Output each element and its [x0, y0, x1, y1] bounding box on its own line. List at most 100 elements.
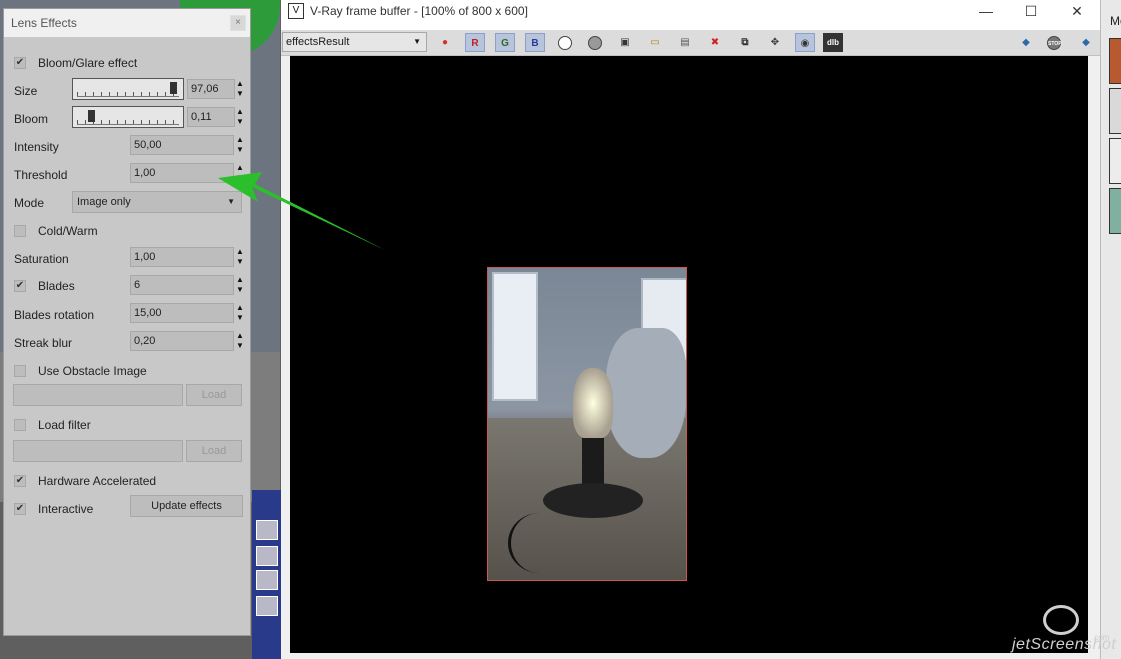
maximize-button[interactable]: ☐ [1016, 2, 1046, 22]
blades-field[interactable]: 6 [130, 275, 234, 295]
clipboard-icon[interactable]: ▤ [675, 33, 695, 52]
spinner-up-icon[interactable]: ▲ [236, 136, 244, 144]
interactive-checkbox[interactable]: ✔ [14, 503, 26, 515]
update-effects-button[interactable]: Update effects [130, 495, 243, 517]
spinner-down-icon[interactable]: ▼ [236, 90, 244, 98]
material-swatch[interactable] [1109, 188, 1121, 234]
material-swatch[interactable] [1109, 138, 1121, 184]
material-swatch[interactable] [1109, 38, 1121, 84]
spinner-up-icon[interactable]: ▲ [236, 248, 244, 256]
slate-node [256, 596, 278, 616]
white-alpha-icon[interactable] [558, 36, 572, 50]
color-channels-icon[interactable]: ● [435, 33, 455, 52]
spinner-down-icon[interactable]: ▼ [236, 174, 244, 182]
intensity-field[interactable]: 50,00 [130, 135, 234, 155]
spinner-up-icon[interactable]: ▲ [236, 332, 244, 340]
obstacle-load-button[interactable]: Load [186, 384, 242, 406]
obstacle-path-field[interactable] [13, 384, 183, 406]
bloom-glare-row: ✔ Bloom/Glare effect [14, 54, 244, 74]
load-filter-checkbox[interactable] [14, 419, 26, 431]
size-spinner[interactable]: ▲ ▼ [236, 79, 246, 99]
blades-rotation-field[interactable]: 15,00 [130, 303, 234, 323]
threshold-label: Threshold [14, 168, 68, 182]
streak-blur-field[interactable]: 0,20 [130, 331, 234, 351]
bloom-spinner[interactable]: ▲ ▼ [236, 107, 246, 127]
blades-checkbox[interactable]: ✔ [14, 280, 26, 292]
size-label: Size [14, 84, 38, 98]
intensity-spinner[interactable]: ▲ ▼ [236, 135, 246, 155]
filter-path-field[interactable] [13, 440, 183, 462]
spinner-up-icon[interactable]: ▲ [236, 304, 244, 312]
open-folder-icon[interactable]: ▭ [645, 33, 665, 52]
spinner-up-icon[interactable]: ▲ [236, 276, 244, 284]
saturation-field[interactable]: 1,00 [130, 247, 234, 267]
threshold-field[interactable]: 1,00 [130, 163, 234, 183]
bloom-row: Bloom 0,11 ▲ ▼ [14, 106, 246, 129]
streak-blur-spinner[interactable]: ▲ ▼ [236, 331, 246, 351]
render-last-icon[interactable]: ◆ [1076, 33, 1096, 52]
watermark-logo-icon [1043, 605, 1079, 635]
material-editor-strip: Mo [1100, 0, 1121, 659]
saturation-spinner[interactable]: ▲ ▼ [236, 247, 246, 267]
stop-button[interactable]: STOP [1047, 36, 1062, 50]
channel-select[interactable]: effectsResult ▼ [282, 32, 427, 52]
hardware-accelerated-label: Hardware Accelerated [38, 474, 157, 488]
rendered-image [487, 267, 687, 581]
size-slider-knob[interactable] [170, 82, 178, 94]
spinner-up-icon[interactable]: ▲ [236, 80, 244, 88]
close-icon[interactable]: × [230, 15, 246, 31]
mono-icon[interactable] [588, 36, 602, 50]
load-filter-row: Load filter [14, 416, 244, 436]
render-window [492, 272, 538, 401]
blades-spinner[interactable]: ▲ ▼ [236, 275, 246, 295]
bloom-glare-checkbox[interactable]: ✔ [14, 57, 26, 69]
spinner-up-icon[interactable]: ▲ [236, 108, 244, 116]
render-bulb [573, 368, 613, 438]
clear-icon[interactable]: ✖ [705, 33, 725, 52]
material-editor-label: Mo [1110, 14, 1121, 28]
threshold-spinner[interactable]: ▲ ▼ [236, 163, 246, 183]
render-teapot-icon[interactable]: ◆ [1016, 33, 1036, 52]
size-field[interactable]: 97,06 [187, 79, 235, 99]
render-teapot [606, 328, 686, 458]
red-channel-button[interactable]: R [465, 33, 485, 52]
bloom-field[interactable]: 0,11 [187, 107, 235, 127]
spinner-down-icon[interactable]: ▼ [236, 286, 244, 294]
spinner-down-icon[interactable]: ▼ [236, 118, 244, 126]
spinner-down-icon[interactable]: ▼ [236, 258, 244, 266]
mode-label: Mode [14, 196, 45, 210]
window-close-button[interactable]: ✕ [1062, 2, 1092, 22]
spinner-down-icon[interactable]: ▼ [236, 314, 244, 322]
minimize-button[interactable]: — [971, 2, 1001, 22]
background-slate-editor [252, 490, 282, 659]
spinner-up-icon[interactable]: ▲ [236, 164, 244, 172]
track-mouse-icon[interactable]: ✥ [765, 33, 785, 52]
save-icon[interactable]: ▣ [615, 33, 635, 52]
green-channel-button[interactable]: G [495, 33, 515, 52]
filter-load-button[interactable]: Load [186, 440, 242, 462]
slider-track [77, 124, 179, 125]
render-canvas[interactable] [290, 56, 1088, 653]
mode-row: Mode Image only ▼ [14, 191, 244, 213]
size-slider[interactable] [72, 78, 184, 100]
mode-dropdown[interactable]: Image only ▼ [72, 191, 242, 213]
blades-rotation-spinner[interactable]: ▲ ▼ [236, 303, 246, 323]
spinner-down-icon[interactable]: ▼ [236, 342, 244, 350]
hardware-accelerated-checkbox[interactable]: ✔ [14, 475, 26, 487]
render-region-icon[interactable]: ◉ [795, 33, 815, 52]
blades-label: Blades [38, 279, 75, 293]
bloom-slider[interactable] [72, 106, 184, 128]
duplicate-icon[interactable]: ⧉ [735, 33, 755, 52]
blue-channel-button[interactable]: B [525, 33, 545, 52]
dlb-button[interactable]: dlb [823, 33, 843, 52]
material-swatch[interactable] [1109, 88, 1121, 134]
mode-value: Image only [77, 196, 131, 208]
use-obstacle-row: Use Obstacle Image [14, 362, 244, 382]
vfb-titlebar: V V-Ray frame buffer - [100% of 800 x 60… [281, 0, 1100, 30]
cold-warm-checkbox[interactable] [14, 225, 26, 237]
bloom-slider-knob[interactable] [87, 110, 95, 122]
spinner-down-icon[interactable]: ▼ [236, 146, 244, 154]
threshold-row: Threshold 1,00 ▲ ▼ [14, 163, 246, 185]
use-obstacle-checkbox[interactable] [14, 365, 26, 377]
slate-node [256, 546, 278, 566]
